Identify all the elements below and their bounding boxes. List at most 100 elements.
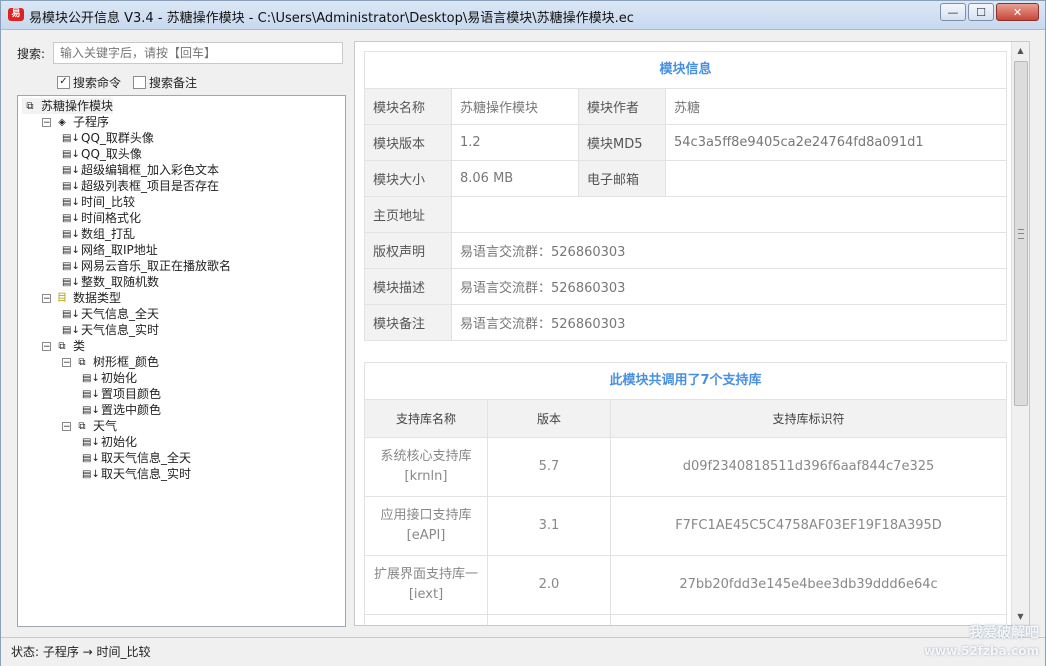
library-version: 3.1 xyxy=(487,496,611,556)
grip-icon xyxy=(1018,229,1024,239)
function-icon: ▤↓ xyxy=(62,276,80,288)
tree-item-label: 网易云音乐_取正在播放歌名 xyxy=(81,259,232,273)
table-row: 系统核心支持库 [krnln] 5.7 d09f2340818511d396f6aaf… xyxy=(365,437,1006,497)
search-command-checkbox[interactable]: ✓ 搜索命令 xyxy=(57,74,121,91)
tree-item-label: 置项目颜色 xyxy=(101,387,162,401)
tree-item[interactable]: ▤↓ 置项目颜色 xyxy=(82,386,161,402)
function-icon: ▤↓ xyxy=(62,308,80,320)
function-icon: ▤↓ xyxy=(62,132,80,144)
function-icon: ▤↓ xyxy=(62,180,80,192)
minimize-button[interactable]: — xyxy=(940,3,966,21)
watermark-title: 我爱破解吧 xyxy=(969,625,1039,641)
tree-item[interactable]: ▤↓ 天气信息_全天 xyxy=(62,306,159,322)
app-icon: 易 xyxy=(8,8,24,21)
function-icon: ▤↓ xyxy=(82,452,100,464)
tree-item[interactable]: − ⧉ 类 xyxy=(42,338,85,354)
search-note-checkbox[interactable]: 搜索备注 xyxy=(133,74,197,91)
function-icon: ▤↓ xyxy=(62,244,80,256)
tree-item[interactable]: ▤↓ 整数_取随机数 xyxy=(62,274,159,290)
tree-item[interactable]: ⧉ 苏糖操作模块 xyxy=(22,98,114,114)
tree-item-label: 整数_取随机数 xyxy=(81,275,160,289)
collapse-toggle-icon[interactable]: − xyxy=(42,341,51,351)
class-icon: ⧉ xyxy=(78,356,86,368)
library-card: 此模块共调用了7个支持库 支持库名称 版本 支持库标识符 系统核心支持库 [krn… xyxy=(364,362,1007,625)
detail-panel: 模块信息 模块名称 苏糖操作模块 模块作者 苏糖 模块版本 1.2 模块MD5 … xyxy=(354,41,1030,626)
module-version-value: 1.2 xyxy=(451,124,579,161)
library-short-name: [iext] xyxy=(408,587,444,602)
tree-item[interactable]: ▤↓ 取天气信息_实时 xyxy=(82,466,191,482)
tree-item[interactable]: − ⧉ 天气 xyxy=(62,418,117,434)
checkbox-box[interactable] xyxy=(133,76,146,89)
tree-item[interactable]: ▤↓ 数组_打乱 xyxy=(62,226,135,242)
module-tree[interactable]: ⧉ 苏糖操作模块 − ◈ 子程序 ▤↓ QQ_取群头像 ▤↓ QQ_取头像 ▤↓ 超级编辑框_加入彩… xyxy=(17,95,346,627)
checkbox-box[interactable]: ✓ xyxy=(57,76,70,89)
tree-item[interactable]: ▤↓ 置选中颜色 xyxy=(82,402,161,418)
scroll-thumb[interactable] xyxy=(1014,61,1028,406)
function-icon: ▤↓ xyxy=(62,260,80,272)
function-icon: ▤↓ xyxy=(82,388,100,400)
watermark-url: www.52fzba.com xyxy=(923,644,1039,658)
maximize-button[interactable]: ☐ xyxy=(968,3,994,21)
tree-item[interactable]: ▤↓ 初始化 xyxy=(82,370,137,386)
tree-item-label: 超级编辑框_加入彩色文本 xyxy=(81,163,220,177)
tree-item-label: 时间格式化 xyxy=(81,211,142,225)
collapse-toggle-icon[interactable]: − xyxy=(62,421,71,431)
window-title: 易模块公开信息 V3.4 - 苏糖操作模块 - C:\Users\Adminis… xyxy=(29,11,634,26)
module-icon: ⧉ xyxy=(26,100,34,112)
tree-item[interactable]: − ⧉ 树形框_颜色 xyxy=(62,354,159,370)
tree-item[interactable]: ▤↓ 时间格式化 xyxy=(62,210,141,226)
checkbox-label: 搜索命令 xyxy=(73,76,122,90)
scroll-down-icon[interactable]: ▼ xyxy=(1012,608,1029,625)
function-icon: ▤↓ xyxy=(62,164,80,176)
tree-item-label: 苏糖操作模块 xyxy=(41,99,114,113)
library-id: d09f2340818511d396f6aaf844c7e325 xyxy=(610,437,1006,497)
library-version: 2.0 xyxy=(487,555,611,615)
tree-item[interactable]: ▤↓ 取天气信息_全天 xyxy=(82,450,191,466)
library-version: 5.7 xyxy=(487,437,611,497)
search-input[interactable] xyxy=(53,42,343,64)
vertical-scrollbar[interactable]: ▲ ▼ xyxy=(1011,42,1029,625)
module-info-title: 模块信息 xyxy=(365,52,1006,89)
field-label: 模块版本 xyxy=(365,124,452,161)
tree-item[interactable]: ▤↓ 超级列表框_项目是否存在 xyxy=(62,178,219,194)
tree-item-label: 树形框_颜色 xyxy=(93,355,160,369)
module-info-table: 模块名称 苏糖操作模块 模块作者 苏糖 模块版本 1.2 模块MD5 54c3a… xyxy=(365,89,1006,340)
tree-item[interactable]: ▤↓ 时间_比较 xyxy=(62,194,135,210)
class-icon: ⧉ xyxy=(78,420,86,432)
function-icon: ▤↓ xyxy=(62,324,80,336)
collapse-toggle-icon[interactable]: − xyxy=(62,357,71,367)
tree-item[interactable]: − ◈ 子程序 xyxy=(42,114,109,130)
tree-item[interactable]: ▤↓ 初始化 xyxy=(82,434,137,450)
watermark: 我爱破解吧 www.52fzba.com xyxy=(924,624,1039,660)
tree-item[interactable]: ▤↓ QQ_取群头像 xyxy=(62,130,154,146)
library-name-cell: 系统核心支持库 [krnln] xyxy=(365,437,488,497)
field-label: 模块MD5 xyxy=(578,124,666,161)
tree-item[interactable]: ▤↓ 网络_取IP地址 xyxy=(62,242,158,258)
scroll-up-icon[interactable]: ▲ xyxy=(1012,42,1029,59)
collapse-toggle-icon[interactable]: − xyxy=(42,117,51,127)
tree-item[interactable]: ▤↓ 超级编辑框_加入彩色文本 xyxy=(62,162,219,178)
tree-item[interactable]: ▤↓ QQ_取头像 xyxy=(62,146,142,162)
field-label: 电子邮箱 xyxy=(578,160,666,197)
tree-item[interactable]: ▤↓ 网易云音乐_取正在播放歌名 xyxy=(62,258,231,274)
module-author-value: 苏糖 xyxy=(674,101,701,116)
function-icon: ▤↓ xyxy=(82,372,100,384)
tree-item-label: 天气信息_全天 xyxy=(81,307,160,321)
library-short-name: [eAPI] xyxy=(406,528,446,543)
tree-item-label: 数据类型 xyxy=(73,291,122,305)
search-label: 搜索: xyxy=(17,47,46,61)
app-window: 易 易模块公开信息 V3.4 - 苏糖操作模块 - C:\Users\Admin… xyxy=(0,0,1046,666)
tree-item[interactable]: ▤↓ 天气信息_实时 xyxy=(62,322,159,338)
tree-item-label: 数组_打乱 xyxy=(81,227,136,241)
status-text: 状态: 子程序 → 时间_比较 xyxy=(11,645,151,659)
collapse-toggle-icon[interactable]: − xyxy=(42,293,51,303)
tree-item[interactable]: − 目数据类型 xyxy=(42,290,121,306)
table-row: 应用接口支持库 [eAPI] 3.1 F7FC1AE45C5C4758AF03EF19… xyxy=(365,496,1006,556)
status-bar: 状态: 子程序 → 时间_比较 我爱破解吧 www.52fzba.com xyxy=(1,625,1045,666)
close-button[interactable]: ✕ xyxy=(996,3,1039,21)
tree-item-label: 取天气信息_全天 xyxy=(101,451,192,465)
tree-item-label: 类 xyxy=(73,339,86,353)
field-label: 主页地址 xyxy=(365,196,452,233)
title-bar: 易 易模块公开信息 V3.4 - 苏糖操作模块 - C:\Users\Admin… xyxy=(1,1,1045,30)
function-icon: ▤↓ xyxy=(62,148,80,160)
